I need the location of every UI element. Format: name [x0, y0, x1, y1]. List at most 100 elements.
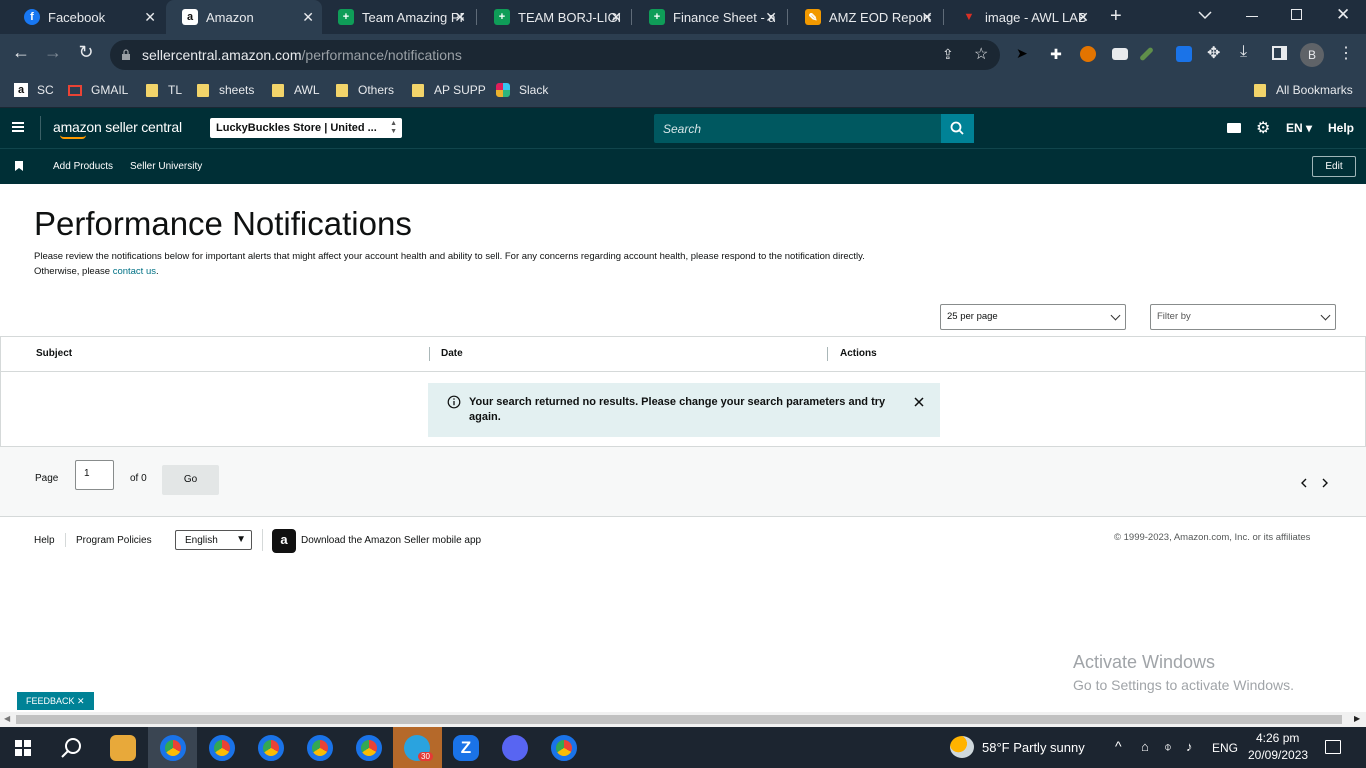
zoom-icon[interactable]: Z: [453, 735, 479, 761]
amazon-app-icon[interactable]: a: [272, 529, 296, 553]
chevron-right-icon[interactable]: [1321, 478, 1329, 488]
chevron-up-icon[interactable]: ^: [1115, 738, 1122, 754]
camera-icon[interactable]: [1112, 48, 1128, 60]
menu-icon[interactable]: ⋮: [1338, 43, 1354, 63]
close-icon[interactable]: [914, 397, 924, 407]
per-page-select[interactable]: 25 per page: [940, 304, 1126, 330]
chrome-icon[interactable]: [356, 735, 382, 761]
windows-start-icon[interactable]: [15, 740, 31, 756]
close-icon[interactable]: ✕: [765, 9, 777, 26]
bookmark-tl[interactable]: TL: [146, 83, 182, 97]
horizontal-scrollbar[interactable]: ◀ ▶: [0, 712, 1366, 727]
back-icon[interactable]: ←: [8, 42, 34, 63]
close-icon[interactable]: ✕: [921, 9, 933, 26]
weather-icon[interactable]: [950, 736, 974, 758]
contact-us-link[interactable]: contact us: [113, 266, 156, 277]
download-icon[interactable]: ⤓: [1240, 43, 1247, 61]
share-icon[interactable]: ⇪: [942, 46, 954, 63]
close-icon[interactable]: ✕: [454, 9, 466, 26]
microphone-icon[interactable]: ⌽: [1164, 739, 1172, 755]
column-date[interactable]: Date: [441, 348, 463, 359]
language-selector[interactable]: EN ▾: [1286, 121, 1312, 135]
close-window-icon[interactable]: ✕: [1336, 5, 1350, 25]
close-icon[interactable]: ✕: [610, 9, 622, 26]
go-button[interactable]: Go: [162, 465, 219, 495]
reload-icon[interactable]: ↻: [73, 42, 99, 63]
volume-icon[interactable]: ♪: [1186, 739, 1193, 754]
footer-help-link[interactable]: Help: [34, 535, 55, 546]
tab-amz-eod-report[interactable]: ✎ AMZ EOD Report ✕: [789, 0, 941, 34]
nav-add-products[interactable]: Add Products: [53, 161, 113, 172]
scrollbar-thumb[interactable]: [16, 715, 1342, 724]
column-subject[interactable]: Subject: [36, 348, 72, 359]
extension-icon[interactable]: [1176, 46, 1192, 62]
extension-icon[interactable]: [1139, 46, 1154, 62]
all-bookmarks[interactable]: All Bookmarks: [1254, 83, 1353, 97]
tab-amazon[interactable]: a Amazon ✕: [166, 0, 322, 34]
restore-icon[interactable]: [1291, 9, 1302, 20]
footer-app-download-link[interactable]: Download the Amazon Seller mobile app: [301, 535, 481, 546]
notifications-icon[interactable]: [1325, 740, 1341, 754]
bookmark-gmail[interactable]: GMAIL: [68, 83, 128, 97]
tab-facebook[interactable]: f Facebook ✕: [8, 0, 164, 34]
chrome-icon[interactable]: [307, 735, 333, 761]
chrome-icon[interactable]: [209, 735, 235, 761]
footer-program-policies-link[interactable]: Program Policies: [76, 535, 152, 546]
seller-central-logo[interactable]: amazon seller central: [53, 119, 182, 135]
puzzle-icon[interactable]: ✥: [1207, 43, 1220, 63]
search-icon[interactable]: [61, 737, 83, 759]
mail-icon[interactable]: [1227, 123, 1241, 133]
tab-team-amazing[interactable]: + Team Amazing PP ✕: [322, 0, 474, 34]
close-icon[interactable]: ✕: [77, 696, 85, 706]
bookmark-icon[interactable]: [15, 161, 23, 171]
close-icon[interactable]: ✕: [1077, 9, 1089, 26]
bookmark-others[interactable]: Others: [336, 83, 394, 97]
nav-seller-university[interactable]: Seller University: [130, 161, 202, 172]
extension-icon[interactable]: ➤: [1016, 45, 1028, 62]
hamburger-menu-icon[interactable]: [12, 122, 24, 124]
clock-time[interactable]: 4:26 pm: [1256, 731, 1299, 745]
star-icon[interactable]: ☆: [974, 44, 988, 64]
chevron-left-icon[interactable]: [1300, 478, 1308, 488]
tab-team-borj[interactable]: + TEAM BORJ-LIGH ✕: [478, 0, 630, 34]
sidebar-icon[interactable]: [1272, 46, 1287, 60]
weather-text[interactable]: 58°F Partly sunny: [982, 740, 1085, 755]
footer-language-select[interactable]: English ▼: [175, 530, 252, 550]
profile-avatar[interactable]: B: [1300, 43, 1324, 67]
network-icon[interactable]: ⌂: [1141, 739, 1149, 754]
scroll-right-icon[interactable]: ▶: [1354, 714, 1360, 723]
bookmark-slack[interactable]: Slack: [496, 83, 548, 97]
bookmark-sheets[interactable]: sheets: [197, 83, 254, 97]
search-box[interactable]: Search: [654, 114, 974, 143]
extension-icon[interactable]: [1080, 46, 1096, 62]
help-link[interactable]: Help: [1328, 121, 1354, 135]
tab-image-awl[interactable]: ▼ image - AWL LAB ✕: [945, 0, 1097, 34]
search-button[interactable]: [941, 114, 974, 143]
forward-icon[interactable]: →: [40, 42, 66, 63]
filter-select[interactable]: Filter by: [1150, 304, 1336, 330]
chevron-down-icon[interactable]: [1198, 10, 1212, 20]
discord-icon[interactable]: [502, 735, 528, 761]
bookmark-ap-supp[interactable]: AP SUPP: [412, 83, 486, 97]
new-tab-button[interactable]: +: [1110, 5, 1122, 28]
close-icon[interactable]: ✕: [144, 9, 156, 26]
search-input[interactable]: Search: [663, 122, 701, 136]
tab-finance-sheet[interactable]: + Finance Sheet - a ✕: [633, 0, 785, 34]
app-icon[interactable]: [110, 735, 136, 761]
scroll-left-icon[interactable]: ◀: [4, 714, 10, 723]
chrome-icon[interactable]: [160, 735, 186, 761]
minimize-icon[interactable]: [1246, 16, 1258, 17]
gear-icon[interactable]: ⚙: [1256, 118, 1270, 138]
input-language[interactable]: ENG: [1212, 741, 1238, 755]
address-bar[interactable]: sellercentral.amazon.com/performance/not…: [110, 40, 1000, 70]
clock-date[interactable]: 20/09/2023: [1248, 748, 1308, 762]
edit-button[interactable]: Edit: [1312, 156, 1356, 177]
extension-icon[interactable]: ✚: [1048, 46, 1064, 62]
store-selector[interactable]: LuckyBuckles Store | United ... ▲ ▼: [210, 118, 402, 138]
bookmark-sc[interactable]: a SC: [14, 83, 54, 97]
close-icon[interactable]: ✕: [302, 9, 314, 26]
feedback-button[interactable]: FEEDBACK ✕: [17, 692, 94, 710]
chrome-icon[interactable]: [258, 735, 284, 761]
bookmark-awl[interactable]: AWL: [272, 83, 320, 97]
chrome-icon[interactable]: [551, 735, 577, 761]
